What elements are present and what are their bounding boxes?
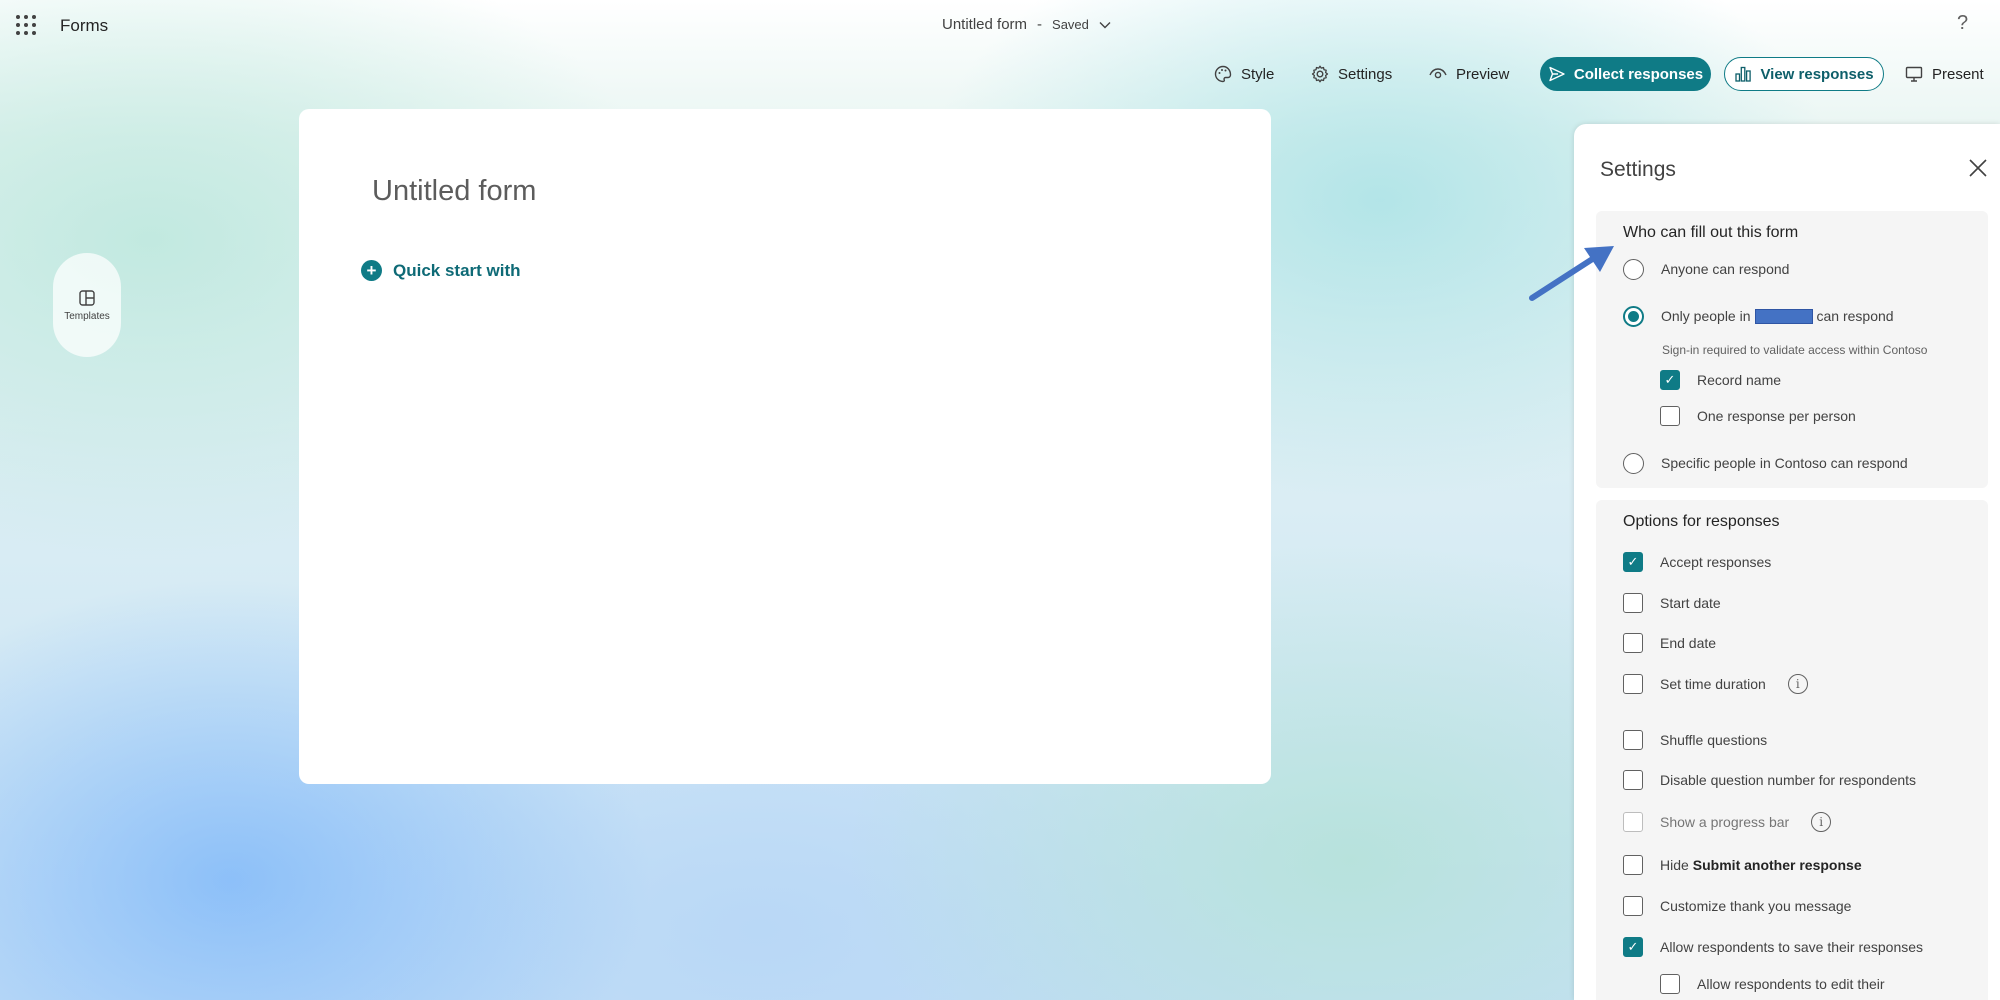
redacted-org-name (1754, 308, 1813, 324)
only-people-suffix: can respond (1816, 308, 1894, 324)
option-label: End date (1660, 635, 1717, 651)
option-progress-bar[interactable]: Show a progress bar i (1623, 810, 1832, 834)
option-label: Show a progress bar (1660, 814, 1790, 830)
shuffle-questions-checkbox[interactable] (1623, 730, 1643, 750)
settings-panel: Settings Who can fill out this form Anyo… (1574, 124, 2000, 1000)
view-responses-button[interactable]: View responses (1724, 57, 1884, 91)
header-form-title: Untitled form (942, 16, 1028, 33)
option-label: Customize thank you message (1660, 898, 1852, 914)
option-time-duration[interactable]: Set time duration i (1623, 672, 1808, 696)
who-heading: Who can fill out this form (1623, 224, 1799, 241)
option-label: Allow respondents to edit their (1697, 976, 1885, 992)
app-launcher-icon[interactable] (16, 15, 36, 35)
send-icon (1549, 66, 1565, 82)
disable-question-number-checkbox[interactable] (1623, 770, 1643, 790)
one-response-label: One response per person (1697, 408, 1856, 424)
info-icon[interactable]: i (1787, 674, 1808, 694)
only-people-prefix: Only people in (1661, 308, 1751, 324)
form-title-menu[interactable]: Untitled form - Saved (942, 16, 1111, 33)
preview-button[interactable]: Preview (1428, 57, 1509, 91)
title-separator: - (1037, 16, 1043, 33)
palette-icon (1214, 65, 1232, 83)
option-label: Allow respondents to save their response… (1660, 939, 1924, 955)
specific-people-label: Specific people in Contoso can respond (1661, 455, 1908, 471)
save-status: Saved (1052, 17, 1089, 32)
option-label: Start date (1660, 595, 1721, 611)
help-icon[interactable]: ? (1957, 12, 1968, 35)
quick-start-label: Quick start with (393, 260, 521, 280)
templates-label: Templates (64, 310, 110, 322)
bar-chart-icon (1735, 66, 1752, 82)
edit-responses-checkbox[interactable] (1660, 974, 1680, 994)
anyone-radio[interactable] (1623, 258, 1644, 280)
app-name[interactable]: Forms (60, 16, 108, 36)
only-people-option[interactable]: Only people in can respond (1623, 304, 1894, 328)
option-edit-responses[interactable]: Allow respondents to edit their (1660, 972, 1885, 996)
option-hide-submit-another[interactable]: Hide Submit another response (1623, 853, 1862, 877)
option-label: Accept responses (1660, 554, 1772, 570)
who-can-fill-section: Who can fill out this form Anyone can re… (1596, 211, 1988, 488)
toolbar: Style Settings Preview Collect responses… (0, 57, 2000, 91)
form-canvas: Untitled form + Quick start with (299, 109, 1271, 784)
time-duration-checkbox[interactable] (1623, 674, 1643, 694)
signin-hint: Sign-in required to validate access with… (1662, 343, 1928, 357)
templates-icon (79, 289, 95, 306)
accept-responses-checkbox[interactable]: ✓ (1623, 552, 1643, 572)
only-people-radio[interactable] (1623, 305, 1644, 327)
option-label-bold: Submit another response (1692, 857, 1862, 873)
monitor-icon (1905, 66, 1923, 82)
option-shuffle-questions[interactable]: Shuffle questions (1623, 728, 1767, 752)
option-label: Set time duration (1660, 676, 1766, 692)
style-label: Style (1241, 65, 1275, 83)
gear-icon (1311, 65, 1329, 83)
style-button[interactable]: Style (1213, 57, 1274, 91)
collect-responses-label: Collect responses (1573, 65, 1704, 83)
option-save-responses[interactable]: ✓ Allow respondents to save their respon… (1623, 935, 1923, 959)
option-accept-responses[interactable]: ✓ Accept responses (1623, 550, 1771, 574)
chevron-down-icon (1099, 21, 1111, 28)
end-date-checkbox[interactable] (1623, 633, 1643, 653)
quick-start-button[interactable]: + Quick start with (361, 260, 521, 281)
present-label: Present (1932, 65, 1984, 83)
anyone-label: Anyone can respond (1661, 261, 1790, 277)
option-label: Disable question number for respondents (1660, 772, 1917, 788)
progress-bar-checkbox[interactable] (1623, 812, 1643, 832)
close-icon[interactable] (1966, 156, 1990, 180)
record-name-option[interactable]: ✓ Record name (1660, 368, 1781, 392)
hide-submit-another-checkbox[interactable] (1623, 855, 1643, 875)
option-thank-you-message[interactable]: Customize thank you message (1623, 894, 1851, 918)
start-date-checkbox[interactable] (1623, 593, 1643, 613)
options-heading: Options for responses (1623, 513, 1780, 530)
form-title[interactable]: Untitled form (372, 175, 536, 208)
plus-circle-icon: + (361, 260, 382, 281)
option-start-date[interactable]: Start date (1623, 591, 1721, 615)
view-responses-label: View responses (1760, 65, 1874, 83)
top-bar: Forms Untitled form - Saved ? (0, 0, 2000, 50)
record-name-checkbox[interactable]: ✓ (1660, 370, 1680, 390)
annotation-arrow-icon (1529, 246, 1614, 301)
settings-label: Settings (1338, 65, 1393, 83)
thank-you-message-checkbox[interactable] (1623, 896, 1643, 916)
eye-icon (1429, 68, 1447, 79)
preview-label: Preview (1456, 65, 1510, 83)
templates-button[interactable]: Templates (53, 253, 121, 357)
present-button[interactable]: Present (1904, 57, 1984, 91)
settings-title: Settings (1600, 158, 1676, 181)
specific-people-option[interactable]: Specific people in Contoso can respond (1623, 451, 1908, 475)
settings-button[interactable]: Settings (1310, 57, 1392, 91)
anyone-option[interactable]: Anyone can respond (1623, 257, 1789, 281)
option-end-date[interactable]: End date (1623, 631, 1716, 655)
save-responses-checkbox[interactable]: ✓ (1623, 937, 1643, 957)
options-section: Options for responses ✓ Accept responses… (1596, 500, 1988, 1000)
one-response-checkbox[interactable] (1660, 406, 1680, 426)
one-response-option[interactable]: One response per person (1660, 404, 1856, 428)
option-label-prefix: Hide (1660, 857, 1689, 873)
specific-people-radio[interactable] (1623, 452, 1644, 474)
record-name-label: Record name (1697, 372, 1782, 388)
option-disable-question-number[interactable]: Disable question number for respondents (1623, 768, 1916, 792)
info-icon[interactable]: i (1811, 812, 1832, 832)
option-label: Shuffle questions (1660, 732, 1768, 748)
collect-responses-button[interactable]: Collect responses (1540, 57, 1711, 91)
